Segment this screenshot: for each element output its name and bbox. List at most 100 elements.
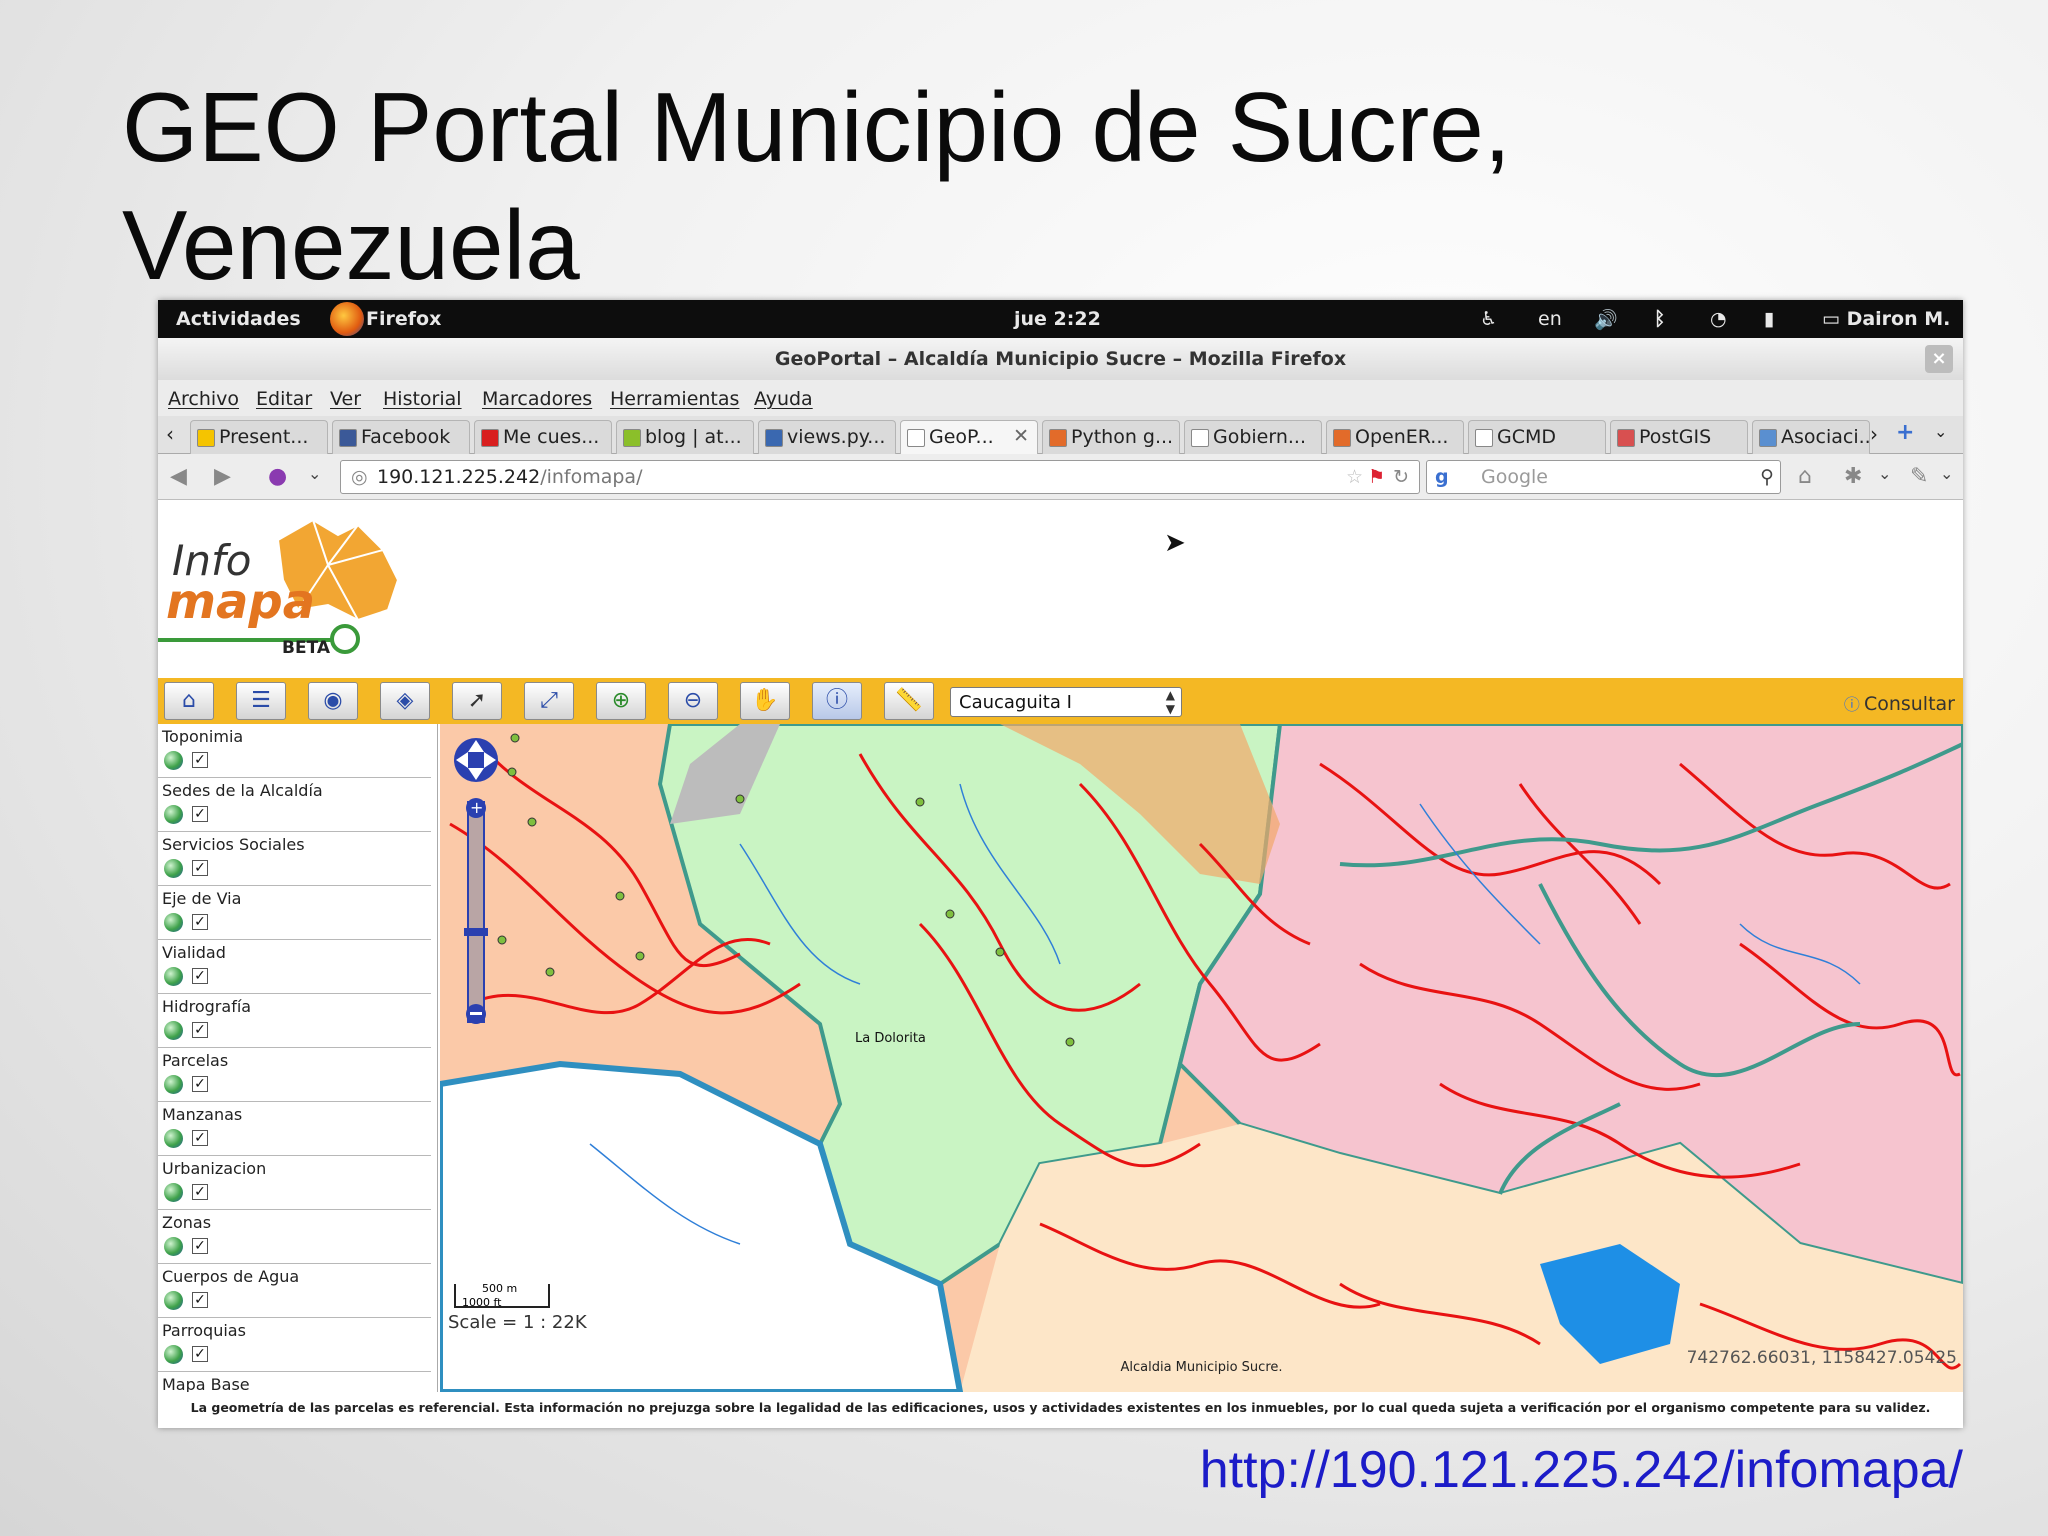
menu-marcadores[interactable]: Marcadores bbox=[482, 388, 592, 410]
battery-icon[interactable]: ▮ bbox=[1764, 308, 1774, 330]
tab-asociacion[interactable]: Asociaci... bbox=[1752, 420, 1870, 454]
globe-icon[interactable] bbox=[164, 967, 183, 986]
layer-checkbox[interactable]: ✓ bbox=[192, 806, 208, 822]
volume-icon[interactable]: 🔊 bbox=[1594, 308, 1618, 331]
search-bar[interactable]: g Google ⚲ bbox=[1426, 460, 1781, 494]
menu-ver[interactable]: Ver bbox=[330, 388, 361, 410]
layer-list-icon[interactable]: ☰ bbox=[236, 682, 286, 720]
tab-favicon bbox=[623, 429, 641, 447]
extension-dropdown-icon[interactable]: ⌄ bbox=[1878, 464, 1891, 483]
site-identity-icon[interactable]: ◎ bbox=[351, 461, 368, 493]
globe-icon[interactable] bbox=[164, 751, 183, 770]
map-view[interactable]: La Dolorita + 500 m 1000 ft Scale = 1 : … bbox=[440, 724, 1963, 1392]
extension-icon[interactable]: ✱ bbox=[1844, 464, 1862, 489]
layer-checkbox[interactable]: ✓ bbox=[192, 752, 208, 768]
tab-close-icon[interactable]: ✕ bbox=[1013, 425, 1029, 447]
map-canvas[interactable]: La Dolorita bbox=[440, 724, 1963, 1392]
layer-checkbox[interactable]: ✓ bbox=[192, 1130, 208, 1146]
layer-checkbox[interactable]: ✓ bbox=[192, 1238, 208, 1254]
tools-dropdown-icon[interactable]: ⌄ bbox=[1940, 464, 1953, 483]
bookmark-star-icon[interactable]: ☆ bbox=[1346, 461, 1363, 493]
globe-icon[interactable] bbox=[164, 1021, 183, 1040]
addon-dropdown-icon[interactable]: ⌄ bbox=[308, 464, 321, 483]
measure-icon[interactable]: 📏 bbox=[884, 682, 934, 720]
tab-facebook[interactable]: Facebook bbox=[332, 420, 470, 454]
tab-postgis[interactable]: PostGIS bbox=[1610, 420, 1748, 454]
home-icon[interactable]: ⌂ bbox=[164, 682, 214, 720]
zoom-slider-track[interactable] bbox=[467, 801, 485, 1023]
clock[interactable]: jue 2:22 bbox=[1014, 308, 1101, 330]
slide-title-line2: Venezuela bbox=[122, 190, 580, 300]
layer-checkbox[interactable]: ✓ bbox=[192, 914, 208, 930]
layer-checkbox[interactable]: ✓ bbox=[192, 1346, 208, 1362]
tab-views-py[interactable]: views.py... bbox=[758, 420, 896, 454]
tab-present[interactable]: Present... bbox=[190, 420, 328, 454]
show-layers-icon[interactable]: ◈ bbox=[380, 682, 430, 720]
tab-python[interactable]: Python g... bbox=[1042, 420, 1180, 454]
url-bar[interactable]: ◎ 190.121.225.242/infomapa/ ☆ ⚑ ↻ bbox=[340, 460, 1420, 494]
tab-openerp[interactable]: OpenER... bbox=[1326, 420, 1464, 454]
tab-scroll-left-icon[interactable]: ‹ bbox=[166, 422, 174, 446]
layer-checkbox[interactable]: ✓ bbox=[192, 1022, 208, 1038]
search-icon[interactable]: ⚲ bbox=[1760, 461, 1774, 493]
logo-circle bbox=[330, 624, 360, 654]
activities-button[interactable]: Actividades bbox=[176, 308, 301, 330]
keyboard-language[interactable]: en bbox=[1538, 308, 1562, 330]
pan-hand-icon[interactable]: ✋ bbox=[740, 682, 790, 720]
globe-icon[interactable] bbox=[164, 913, 183, 932]
window-close-button[interactable]: × bbox=[1925, 345, 1953, 373]
home-icon[interactable]: ⌂ bbox=[1798, 464, 1812, 489]
consultar-button[interactable]: ⓘ Consultar bbox=[1844, 691, 1955, 715]
app-menu-label[interactable]: Firefox bbox=[366, 308, 441, 330]
tab-geoportal[interactable]: GeoP... ✕ bbox=[900, 420, 1038, 454]
globe-icon[interactable] bbox=[164, 1237, 183, 1256]
reload-icon[interactable]: ↻ bbox=[1393, 461, 1409, 493]
zoom-out-icon[interactable]: ⊖ bbox=[668, 682, 718, 720]
globe-icon[interactable] bbox=[164, 1291, 183, 1310]
tab-me-cues[interactable]: Me cues... bbox=[474, 420, 612, 454]
layer-checkbox[interactable]: ✓ bbox=[192, 1292, 208, 1308]
tab-scroll-right-icon[interactable]: › bbox=[1870, 422, 1878, 446]
layer-checkbox[interactable]: ✓ bbox=[192, 1184, 208, 1200]
addon-icon[interactable]: ● bbox=[268, 464, 287, 489]
slide-url[interactable]: http://190.121.225.242/infomapa/ bbox=[1200, 1440, 1963, 1500]
wifi-icon[interactable]: ◔ bbox=[1710, 308, 1727, 330]
zoom-extent-icon[interactable]: ⤢ bbox=[524, 682, 574, 720]
new-tab-icon[interactable]: + bbox=[1896, 420, 1914, 445]
back-icon[interactable]: ◀ bbox=[170, 464, 187, 489]
menu-herramientas[interactable]: Herramientas bbox=[610, 388, 739, 410]
zoom-slider-handle[interactable] bbox=[464, 928, 488, 936]
layer-checkbox[interactable]: ✓ bbox=[192, 1076, 208, 1092]
tab-list-icon[interactable]: ⌄ bbox=[1934, 422, 1947, 441]
layer-checkbox[interactable]: ✓ bbox=[192, 968, 208, 984]
globe-icon[interactable] bbox=[164, 1129, 183, 1148]
globe-icon[interactable] bbox=[164, 805, 183, 824]
user-menu[interactable]: ▭ Dairon M. bbox=[1822, 308, 1950, 330]
globe-icon[interactable] bbox=[164, 1183, 183, 1202]
pointer-icon[interactable]: ➚ bbox=[452, 682, 502, 720]
menu-historial[interactable]: Historial bbox=[383, 388, 462, 410]
tab-favicon bbox=[1475, 429, 1493, 447]
tab-blog[interactable]: blog | at... bbox=[616, 420, 754, 454]
bluetooth-icon[interactable]: ᛒ bbox=[1654, 308, 1665, 330]
menu-archivo[interactable]: Archivo bbox=[168, 388, 239, 410]
layer-checkbox[interactable]: ✓ bbox=[192, 860, 208, 876]
disclaimer: La geometría de las parcelas es referenc… bbox=[158, 1392, 1963, 1428]
tab-gobierno[interactable]: Gobiern... bbox=[1184, 420, 1322, 454]
accessibility-icon[interactable]: ♿ bbox=[1480, 308, 1497, 330]
tab-gcmd[interactable]: GCMD bbox=[1468, 420, 1606, 454]
zoom-in-icon[interactable]: ⊕ bbox=[596, 682, 646, 720]
hide-layers-icon[interactable]: ◉ bbox=[308, 682, 358, 720]
identify-icon[interactable]: ⓘ bbox=[812, 682, 862, 720]
search-engine-icon[interactable]: g bbox=[1435, 461, 1449, 493]
menu-ayuda[interactable]: Ayuda bbox=[754, 388, 813, 410]
tools-icon[interactable]: ✎ bbox=[1910, 464, 1928, 489]
globe-icon[interactable] bbox=[164, 1075, 183, 1094]
menu-editar[interactable]: Editar bbox=[256, 388, 312, 410]
globe-icon[interactable] bbox=[164, 859, 183, 878]
flag-icon[interactable]: ⚑ bbox=[1368, 461, 1385, 493]
pan-zoom-control[interactable]: + bbox=[448, 732, 504, 1032]
globe-icon[interactable] bbox=[164, 1345, 183, 1364]
place-select[interactable]: Caucaguita I ▲ ▼ bbox=[950, 687, 1182, 717]
forward-icon[interactable]: ▶ bbox=[214, 464, 231, 489]
